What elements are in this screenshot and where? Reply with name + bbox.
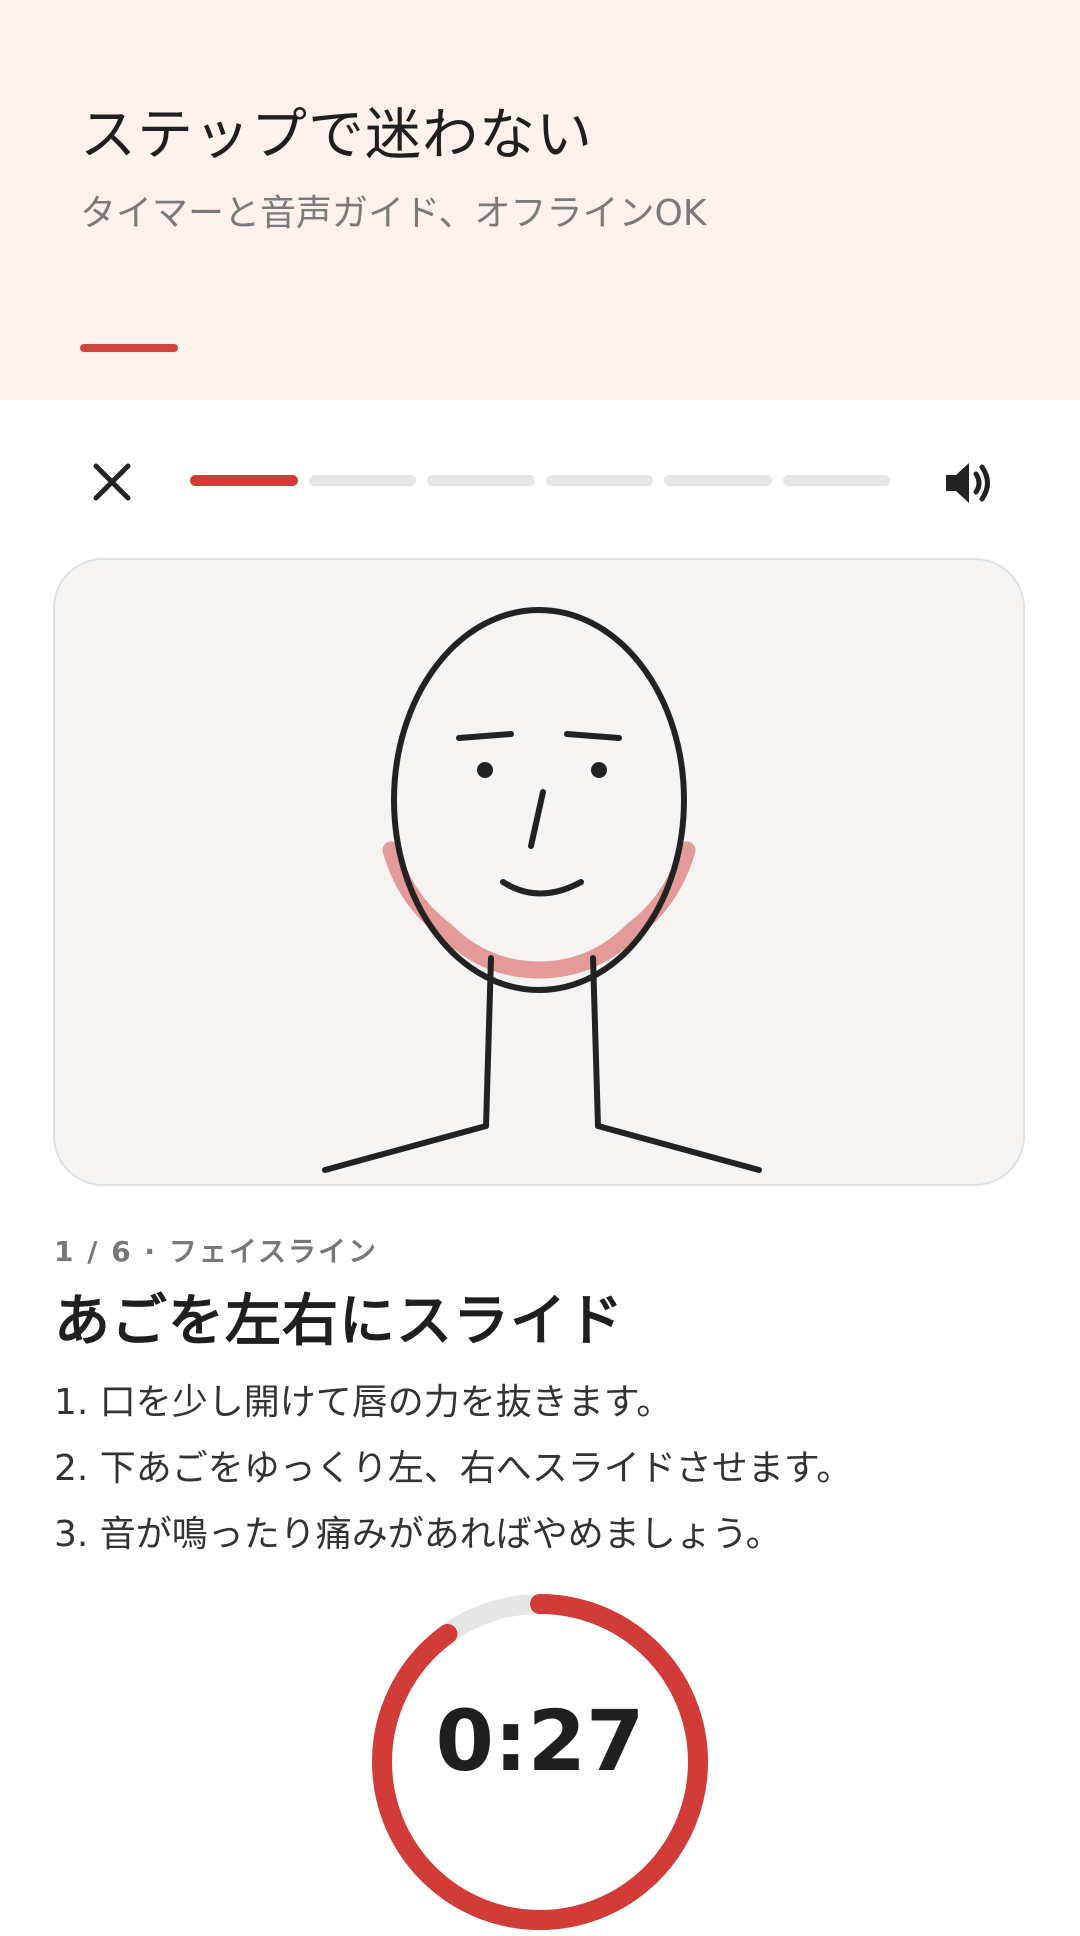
close-icon <box>93 463 131 501</box>
close-button[interactable] <box>80 450 144 514</box>
instruction-item: 2. 下あごをゆっくり左、右へスライドさせます。 <box>54 1448 853 1489</box>
progress-segment <box>664 475 772 486</box>
face-jawline-illustration <box>322 607 762 1173</box>
progress-segment <box>190 475 298 486</box>
promo-title: ステップで迷わない <box>80 103 593 168</box>
instruction-item: 1. 口を少し開けて唇の力を抜きます。 <box>54 1382 673 1423</box>
promo-subtitle: タイマーと音声ガイド、オフラインOK <box>80 193 707 234</box>
promo-page-indicator <box>80 344 178 352</box>
timer-display: 0:27 <box>435 1692 645 1790</box>
progress-segment <box>427 475 535 486</box>
progress-segment <box>545 475 653 486</box>
progress-segment <box>308 475 416 486</box>
exercise-illustration-card <box>53 558 1025 1186</box>
countdown-timer[interactable]: 0:27 <box>370 1592 710 1932</box>
promo-banner: ステップで迷わない タイマーと音声ガイド、オフラインOK <box>0 0 1080 400</box>
step-meta: 1 / 6 · フェイスライン <box>54 1235 378 1268</box>
step-title: あごを左右にスライド <box>54 1289 624 1354</box>
instruction-list: 1. 口を少し開けて唇の力を抜きます。 2. 下あごをゆっくり左、右へスライドさ… <box>54 1370 852 1568</box>
progress-segment <box>782 475 890 486</box>
step-progress <box>190 475 890 486</box>
sound-button[interactable] <box>936 450 1002 516</box>
speaker-volume-icon <box>946 463 990 503</box>
session-toolbar <box>0 400 1080 560</box>
instruction-item: 3. 音が鳴ったり痛みがあればやめましょう。 <box>54 1514 782 1555</box>
